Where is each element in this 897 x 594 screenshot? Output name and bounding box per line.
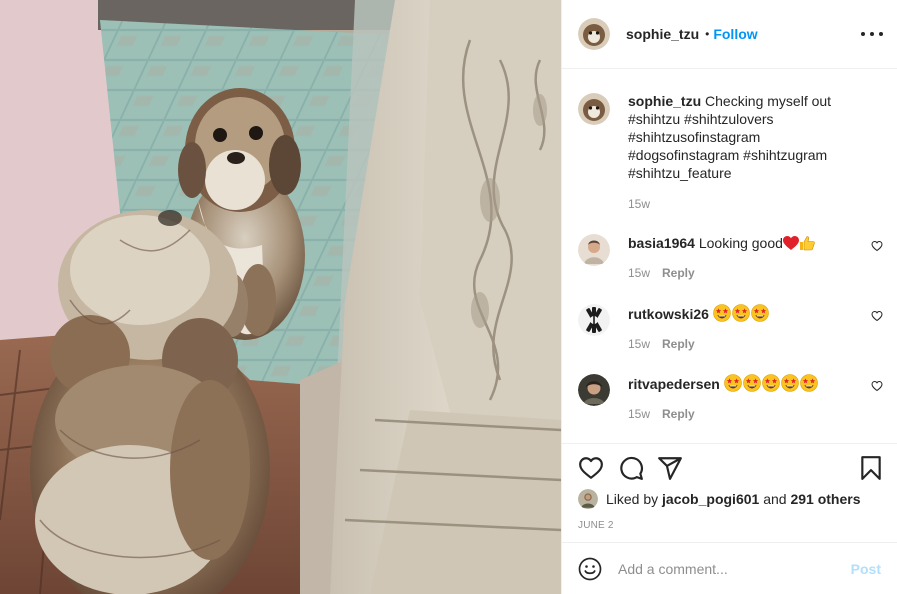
- liked-by-conjunction: and: [763, 491, 787, 507]
- follow-button[interactable]: Follow: [713, 26, 757, 42]
- star-struck-emoji-icon: [742, 374, 761, 396]
- comment-item: rutkowski26 15w Reply: [578, 304, 883, 360]
- commenter-avatar[interactable]: [578, 304, 610, 336]
- star-struck-emoji-icon: [751, 304, 769, 326]
- comment-time[interactable]: 15w: [628, 407, 650, 421]
- like-heart-icon[interactable]: [578, 455, 604, 481]
- dog-mirror-image: [0, 0, 561, 594]
- comment-time[interactable]: 15w: [628, 266, 650, 280]
- hashtag-line[interactable]: #shihtzu #shihtzulovers: [628, 110, 853, 128]
- star-struck-emoji-icon: [780, 374, 799, 396]
- post-header: sophie_tzu • Follow: [562, 0, 897, 69]
- thumbs-up-emoji-icon: [799, 235, 815, 255]
- likes-others-link[interactable]: 291 others: [790, 491, 860, 507]
- hashtag-line[interactable]: #dogsofinstagram #shihtzugram: [628, 146, 853, 164]
- author-username[interactable]: sophie_tzu: [626, 26, 699, 42]
- likes-summary: Liked by jacob_pogi601 and 291 others: [578, 487, 861, 511]
- comments-list[interactable]: sophie_tzu Checking myself out #shihtzu …: [562, 70, 897, 443]
- like-comment-heart-icon[interactable]: [871, 310, 883, 322]
- separator-dot: •: [705, 27, 710, 41]
- like-comment-heart-icon[interactable]: [871, 240, 883, 252]
- liker-avatar[interactable]: [578, 489, 598, 509]
- comment-time[interactable]: 15w: [628, 337, 650, 351]
- star-struck-emoji-icon: [761, 374, 780, 396]
- caption-time[interactable]: 15w: [628, 195, 650, 213]
- comment-item: basia1964 Looking good 15w Reply: [578, 234, 883, 290]
- post-comment-button[interactable]: Post: [851, 561, 881, 577]
- author-avatar[interactable]: [578, 93, 610, 125]
- liker-username[interactable]: jacob_pogi601: [662, 491, 759, 507]
- action-bar: [562, 443, 897, 489]
- comment-composer: Post: [562, 542, 897, 594]
- more-options-icon[interactable]: [861, 24, 883, 44]
- save-bookmark-icon[interactable]: [858, 455, 884, 481]
- like-comment-heart-icon[interactable]: [871, 380, 883, 392]
- instagram-post: sophie_tzu • Follow sophie_tzu Checking …: [0, 0, 897, 594]
- post-date[interactable]: JUNE 2: [578, 520, 614, 531]
- liked-by-prefix: Liked by: [606, 491, 659, 507]
- heart-emoji-icon: [782, 236, 799, 255]
- star-struck-emoji-group: [713, 304, 770, 322]
- commenter-avatar[interactable]: [578, 374, 610, 406]
- reply-button[interactable]: Reply: [662, 407, 695, 421]
- hashtag-line[interactable]: #shihtzu_feature: [628, 164, 853, 182]
- star-struck-emoji-icon: [799, 374, 818, 396]
- emoji-smiley-icon[interactable]: [578, 557, 602, 581]
- commenter-avatar[interactable]: [578, 234, 610, 266]
- caption: sophie_tzu Checking myself out #shihtzu …: [578, 93, 883, 213]
- reply-button[interactable]: Reply: [662, 337, 695, 351]
- comment-username[interactable]: basia1964: [628, 235, 695, 251]
- comment-text: Looking good: [698, 235, 783, 251]
- star-struck-emoji-icon: [713, 304, 731, 326]
- comment-username[interactable]: rutkowski26: [628, 306, 709, 322]
- comment-input[interactable]: [618, 560, 851, 577]
- post-side-panel: sophie_tzu • Follow sophie_tzu Checking …: [561, 0, 897, 594]
- hashtag-line[interactable]: #shihtzusofinstagram: [628, 128, 853, 146]
- star-struck-emoji-icon: [723, 374, 742, 396]
- post-photo[interactable]: [0, 0, 561, 594]
- star-struck-emoji-icon: [732, 304, 750, 326]
- comment-bubble-icon[interactable]: [618, 455, 644, 481]
- comment-item: ritvapedersen 15w Reply: [578, 374, 883, 430]
- share-paper-plane-icon[interactable]: [657, 455, 683, 481]
- reply-button[interactable]: Reply: [662, 266, 695, 280]
- star-struck-emoji-group: [723, 374, 819, 392]
- comment-username[interactable]: ritvapedersen: [628, 376, 720, 392]
- caption-username[interactable]: sophie_tzu: [628, 93, 701, 109]
- author-avatar[interactable]: [578, 18, 610, 50]
- caption-text: Checking myself out: [705, 93, 832, 109]
